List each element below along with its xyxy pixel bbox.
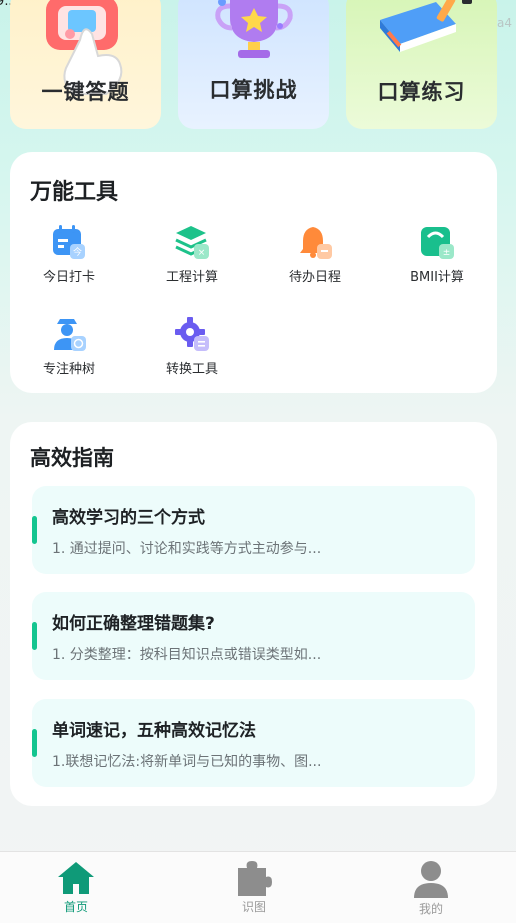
mental-math-practice-card[interactable]: 口算练习 [346, 0, 497, 129]
tab-home[interactable]: 首页 [36, 860, 116, 915]
guide-title: 高效指南 [30, 446, 114, 470]
tool-label: 转换工具 [165, 362, 218, 377]
tools-section: 万能工具 今 今日打卡 × 工程计算 待办日程 ± BMII计算 专注种树 转换… [10, 152, 497, 393]
tab-label: 我的 [418, 902, 443, 916]
svg-text:今: 今 [73, 246, 82, 258]
guide-section: 高效指南 高效学习的三个方式 1. 通过提问、讨论和实践等方式主动参与... 如… [10, 422, 497, 806]
svg-text:×: × [198, 248, 206, 258]
tool-todo-schedule[interactable]: 待办日程 [260, 224, 370, 285]
guide-item[interactable]: 单词速记，五种高效记忆法 1.联想记忆法:将新单词与已知的事物、图... [32, 699, 475, 787]
calendar-checkin-icon: 今 [53, 225, 85, 259]
guide-accent-bar [32, 729, 37, 757]
tool-label: 待办日程 [288, 270, 341, 285]
guide-item-title: 高效学习的三个方式 [52, 508, 205, 528]
scale-calc-icon: ± [421, 227, 454, 259]
puzzle-icon [238, 861, 272, 896]
tool-bmi-calc[interactable]: ± BMII计算 [382, 224, 492, 285]
layers-calc-icon: × [175, 226, 209, 259]
tool-engineering-calc[interactable]: × 工程计算 [137, 224, 247, 285]
tool-label: BMII计算 [410, 270, 464, 285]
tool-conversion[interactable]: 转换工具 [137, 316, 247, 377]
guide-item-title: 单词速记，五种高效记忆法 [52, 721, 256, 741]
bell-schedule-icon [300, 227, 332, 259]
mental-math-practice-label: 口算练习 [377, 80, 466, 104]
mental-math-challenge-label: 口算挑战 [209, 78, 298, 102]
gear-convert-icon [175, 317, 209, 351]
mental-math-challenge-card[interactable]: 口算挑战 [178, 0, 329, 129]
tool-label: 专注种树 [42, 362, 95, 377]
tab-label: 首页 [63, 900, 88, 914]
tools-title: 万能工具 [30, 180, 119, 205]
guide-item-desc: 1. 分类整理：按科目知识点或错误类型如... [52, 647, 322, 663]
tool-label: 工程计算 [165, 270, 218, 285]
user-icon [414, 861, 448, 898]
tab-image-recognition[interactable]: 识图 [214, 860, 294, 915]
tab-label: 识图 [241, 900, 266, 914]
trophy-icon [215, 0, 293, 58]
home-icon [58, 862, 94, 894]
bottom-tab-bar: 首页 识图 我的 [0, 851, 516, 923]
guide-item-desc: 1.联想记忆法:将新单词与已知的事物、图... [52, 754, 322, 770]
tool-daily-checkin[interactable]: 今 今日打卡 [14, 224, 124, 285]
svg-text:±: ± [443, 248, 451, 258]
guide-item-desc: 1. 通过提问、讨论和实践等方式主动参与... [52, 541, 322, 557]
guide-item-title: 如何正确整理错题集? [52, 614, 215, 634]
book-pencil-icon [380, 0, 472, 52]
focus-person-icon [54, 319, 86, 351]
quick-answer-label: 一键答题 [41, 80, 130, 104]
tool-label: 今日打卡 [42, 270, 95, 285]
tab-profile[interactable]: 我的 [391, 860, 471, 917]
guide-accent-bar [32, 622, 37, 650]
guide-accent-bar [32, 516, 37, 544]
guide-item[interactable]: 高效学习的三个方式 1. 通过提问、讨论和实践等方式主动参与... [32, 486, 475, 574]
quick-answer-card[interactable]: 一键答题 [10, 0, 161, 129]
guide-item[interactable]: 如何正确整理错题集? 1. 分类整理：按科目知识点或错误类型如... [32, 592, 475, 680]
tool-focus-tree[interactable]: 专注种树 [14, 316, 124, 377]
